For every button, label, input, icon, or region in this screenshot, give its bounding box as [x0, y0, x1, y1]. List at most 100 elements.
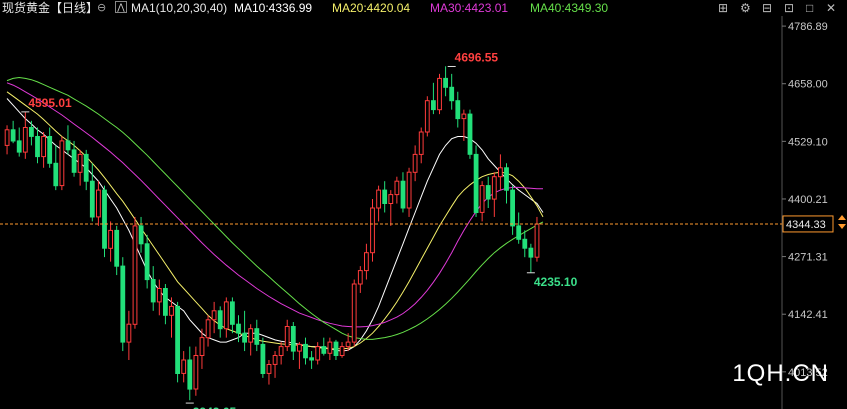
candle: [327, 337, 333, 360]
candle-body: [388, 194, 394, 205]
current-price-label: 4344.33: [786, 219, 826, 231]
candle-body: [339, 346, 345, 357]
candle-body: [230, 301, 235, 325]
candle: [370, 199, 375, 262]
candle-body: [376, 189, 382, 209]
candle-body: [10, 129, 16, 142]
candle-body: [193, 355, 199, 390]
candle: [516, 212, 522, 244]
candle-body: [449, 86, 455, 102]
candle: [431, 82, 436, 115]
candle: [193, 346, 199, 396]
candle-body: [424, 100, 430, 133]
ma20-line: [6, 91, 544, 350]
candle: [108, 221, 113, 262]
candle-body: [504, 167, 509, 191]
price-tick-label: 4271.31: [788, 252, 828, 264]
candle: [248, 324, 254, 356]
candle-body: [364, 252, 369, 272]
candle: [138, 216, 144, 253]
candle: [89, 163, 95, 222]
candle-body: [297, 343, 302, 352]
ma30-line: [6, 82, 543, 328]
price-tick-label: 4529.10: [788, 136, 828, 148]
candle: [96, 181, 101, 226]
candle-body: [327, 341, 333, 354]
candle-body: [534, 223, 540, 258]
candle: [498, 154, 503, 191]
candle: [59, 136, 65, 191]
candle-body: [473, 153, 479, 213]
candle-body: [144, 243, 150, 281]
price-alert-up-icon: [838, 214, 846, 220]
candle: [278, 342, 284, 365]
candle-body: [461, 113, 467, 120]
candle: [351, 279, 357, 347]
candle: [449, 73, 455, 110]
candle-body: [132, 225, 138, 325]
candle: [187, 346, 193, 401]
candle-body: [71, 149, 77, 173]
candle: [144, 234, 150, 289]
candle-body: [199, 337, 205, 357]
candle: [522, 230, 528, 258]
candle-body: [83, 153, 89, 182]
candle: [510, 185, 516, 235]
candle-body: [181, 359, 187, 374]
candle: [254, 319, 260, 352]
candle-body: [223, 301, 229, 330]
candle: [181, 351, 187, 383]
candle: [412, 145, 418, 182]
candle-body: [22, 127, 28, 153]
candle-body: [120, 265, 126, 343]
candle-body: [394, 180, 400, 196]
candle-body: [479, 185, 485, 213]
candle-body: [59, 140, 65, 187]
candle-body: [35, 136, 40, 158]
candle: [29, 120, 34, 146]
candle-body: [4, 129, 10, 146]
high-price-label: 4595.01: [28, 96, 72, 110]
candle-body: [29, 127, 34, 137]
candle: [455, 91, 461, 128]
candle-body: [236, 323, 241, 334]
candle: [357, 266, 363, 293]
candle-body: [65, 140, 71, 151]
candle: [528, 243, 534, 273]
candle: [205, 315, 211, 347]
candle-body: [266, 364, 272, 374]
low-price-label: 3943.65: [193, 405, 237, 409]
candle-body: [491, 176, 497, 200]
price-tick-label: 4400.21: [788, 194, 828, 206]
watermark: 1QH.CN: [732, 360, 829, 387]
candle: [175, 301, 180, 383]
candle: [485, 176, 491, 208]
candle: [272, 351, 278, 378]
candle-body: [284, 326, 290, 348]
price-alert-down-icon: [838, 223, 846, 229]
candle: [4, 125, 10, 155]
candle-body: [53, 162, 59, 187]
candle-body: [309, 357, 315, 361]
candle-body: [96, 189, 101, 218]
candle-body: [278, 346, 284, 357]
candle-body: [272, 355, 278, 365]
candle: [47, 127, 53, 168]
candle: [315, 342, 321, 365]
candle: [102, 185, 107, 258]
candle-body: [467, 113, 473, 155]
candle-body: [150, 279, 156, 303]
candle: [388, 190, 394, 226]
candle-body: [321, 346, 327, 354]
candle-body: [498, 167, 503, 178]
candle-body: [418, 131, 424, 155]
candle: [406, 167, 412, 217]
candle: [491, 172, 497, 217]
candle: [297, 342, 302, 369]
candle: [467, 109, 473, 159]
candle-body: [242, 332, 247, 343]
candle-body: [138, 225, 144, 245]
candlestick-chart[interactable]: 4786.89 4658.00 4529.10 4400.21 4271.31 4142.…: [0, 0, 847, 409]
candle-body: [156, 288, 162, 303]
candle-body: [205, 319, 211, 339]
